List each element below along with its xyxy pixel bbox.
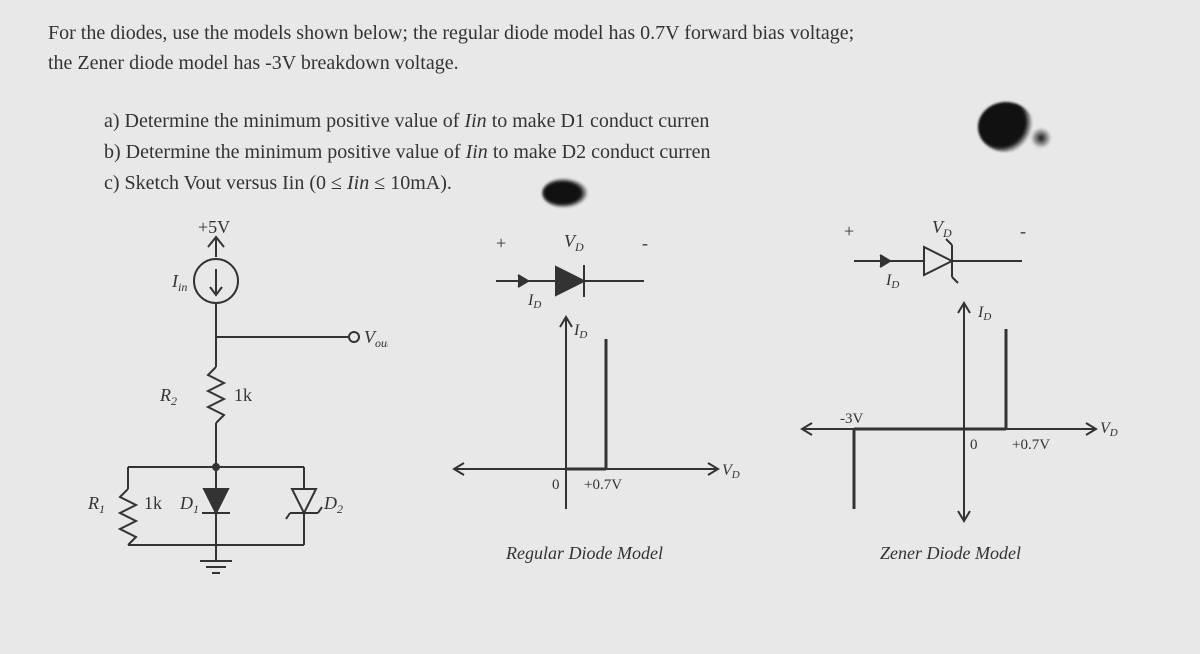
zener-zero: 0 <box>970 437 978 453</box>
fingerprint-smudge-small <box>1030 128 1052 148</box>
iin-var-c: Iin <box>347 172 369 194</box>
fingerprint-smudge-2 <box>542 178 588 208</box>
iin-var-b: Iin <box>466 141 488 163</box>
regular-vd-axis: VD <box>722 462 740 481</box>
regular-plus: + <box>496 233 506 253</box>
regular-id-sym: ID <box>527 292 541 311</box>
label-r1v: 1k <box>144 493 162 513</box>
zener-diode-model: + VD - ID VD <box>784 209 1124 589</box>
regular-caption: Regular Diode Model <box>505 543 663 563</box>
zener-id-axis: ID <box>977 304 991 323</box>
zener-plus: + <box>844 221 854 241</box>
intro-text: For the diodes, use the models shown bel… <box>48 18 1152 78</box>
label-r2v: 1k <box>234 385 252 405</box>
zener-minus: - <box>1020 221 1026 241</box>
regular-07v: +0.7V <box>584 477 622 493</box>
intro-line2: the Zener diode model has -3V breakdown … <box>48 52 459 74</box>
circuit-schematic: +5V Iin Vout <box>48 209 388 589</box>
zener-neg3: -3V <box>840 411 863 427</box>
regular-id-axis: ID <box>573 322 587 341</box>
zener-07v: +0.7V <box>1012 437 1050 453</box>
question-c: c) Sketch Vout versus Iin (0 ≤ Iin ≤ 10m… <box>104 168 1152 199</box>
iin-var-a: Iin <box>464 110 486 132</box>
zener-id-sym: ID <box>885 272 899 291</box>
regular-vd: VD <box>564 231 584 254</box>
intro-line1: For the diodes, use the models shown bel… <box>48 22 854 44</box>
label-iin: Iin <box>171 271 187 294</box>
label-5v: +5V <box>198 217 230 237</box>
label-vout: Vout <box>364 327 388 350</box>
fingerprint-smudge <box>978 102 1034 152</box>
label-r2: R2 <box>159 385 177 408</box>
regular-minus: - <box>642 233 648 253</box>
zener-vd: VD <box>932 217 952 240</box>
zener-caption: Zener Diode Model <box>880 543 1021 563</box>
label-d1: D1 <box>179 493 199 516</box>
label-d2: D2 <box>323 493 343 516</box>
zener-vd-axis: VD <box>1100 420 1118 439</box>
regular-zero: 0 <box>552 477 560 493</box>
regular-diode-model: + VD - ID VD ID <box>416 209 756 589</box>
label-r1: R1 <box>87 493 105 516</box>
